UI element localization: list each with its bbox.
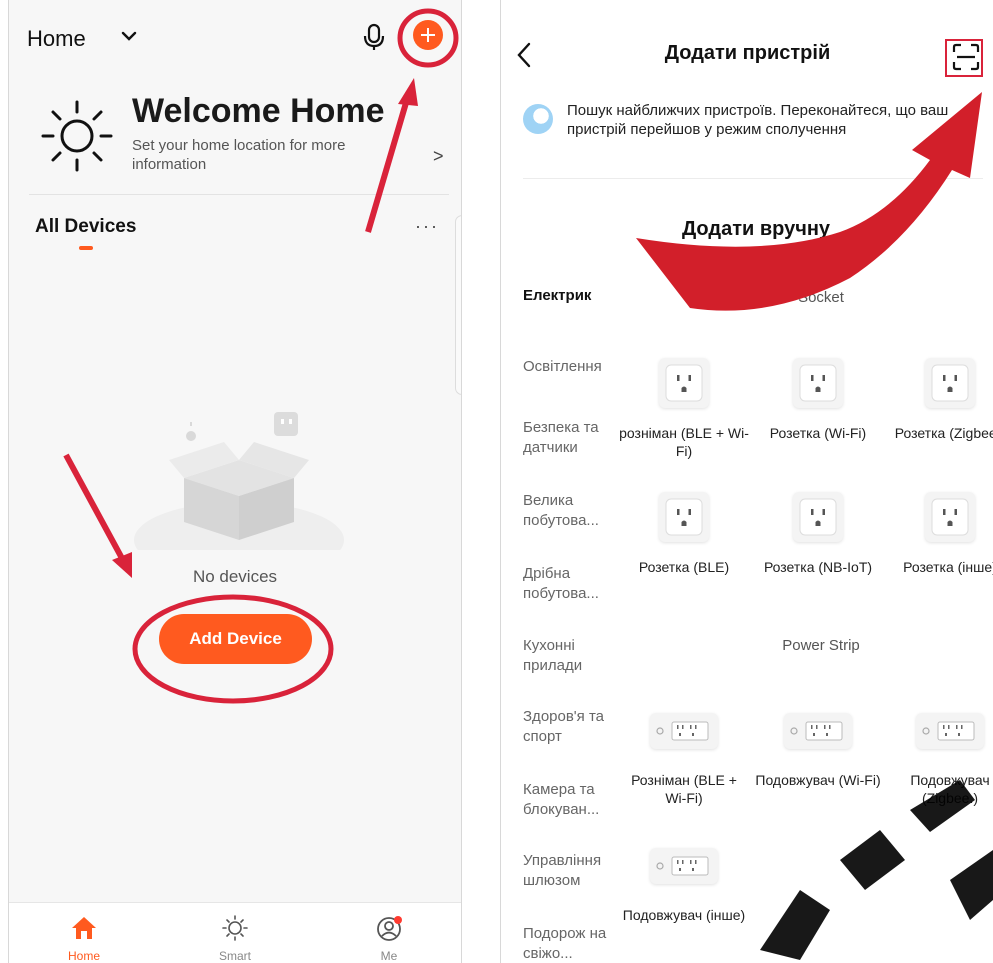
power-strip-face-icon (656, 721, 709, 741)
socket-face-icon (665, 498, 703, 536)
device-label: Розетка (інше) (903, 559, 993, 575)
category-item[interactable]: Подорож на свіжо... (523, 924, 633, 963)
socket-face-icon (665, 364, 703, 402)
bottom-navigation: Home Smart Me (9, 902, 461, 963)
microphone-icon[interactable] (361, 22, 387, 52)
side-panel-edge (455, 215, 461, 395)
category-item[interactable]: Здоров'я та спорт (523, 707, 633, 747)
device-label: Розетка (Zigbee.) (894, 425, 993, 441)
device-label: Розетка (NB-IoT) (763, 559, 873, 575)
power-strip-face-icon (790, 721, 843, 741)
category-item[interactable]: Безпека та датчики (523, 418, 633, 458)
tab-indicator (79, 246, 93, 250)
chevron-down-icon[interactable] (119, 26, 139, 46)
socket-face-icon (931, 364, 969, 402)
sun-icon (222, 915, 248, 941)
divider (29, 194, 449, 195)
socket-icon (925, 492, 975, 542)
empty-box-illustration (134, 412, 344, 550)
welcome-subtitle[interactable]: Set your home location for more informat… (132, 136, 382, 174)
device-label: Розніман (BLE + Wi-Fi) (631, 772, 737, 806)
socket-icon (793, 358, 843, 408)
socket-icon (659, 492, 709, 542)
device-label: Розетка (Wi-Fi) (769, 425, 867, 441)
power-strip-face-icon (656, 856, 709, 876)
home-selector-label[interactable]: Home (27, 26, 86, 52)
socket-icon (793, 492, 843, 542)
more-options-icon[interactable]: ··· (415, 216, 439, 237)
category-item[interactable]: Камера та блокуван... (523, 780, 633, 820)
socket-face-icon (799, 364, 837, 402)
divider (523, 178, 983, 179)
socket-face-icon (799, 498, 837, 536)
power-strip-icon (784, 713, 852, 749)
section-socket: Socket (798, 289, 844, 306)
nav-label: Me (380, 949, 398, 963)
section-power-strip: Power Strip (782, 637, 860, 654)
device-label: Подовжувач (Wi-Fi) (755, 772, 881, 788)
tab-all-devices[interactable]: All Devices (35, 216, 136, 238)
power-strip-face-icon (922, 721, 975, 741)
category-item[interactable]: Дрібна побутова... (523, 564, 633, 604)
category-item[interactable]: Електрик (523, 286, 633, 306)
nav-label: Smart (218, 949, 251, 963)
category-item[interactable]: Управління шлюзом (523, 851, 633, 891)
add-device-screen: Додати пристрій Пошук найближчих пристро… (500, 0, 993, 963)
power-strip-icon (650, 713, 718, 749)
category-item[interactable]: Велика побутова... (523, 491, 633, 531)
home-icon (72, 917, 96, 939)
empty-state-text: No devices (192, 567, 278, 586)
searching-indicator-icon (523, 104, 553, 134)
category-item[interactable]: Кухонні прилади (523, 636, 633, 676)
chevron-right-icon[interactable]: > (433, 146, 444, 167)
device-label: Подовжувач (інше) (622, 907, 746, 923)
power-strip-icon (650, 848, 718, 884)
home-screen: Home Welcome Home Set your home location… (8, 0, 462, 963)
nav-label: Home (67, 949, 100, 963)
device-label: Подовжувач (Zigbee.) (910, 772, 990, 806)
socket-face-icon (931, 498, 969, 536)
page-title: Додати пристрій (664, 42, 831, 64)
manual-add-heading: Додати вручну (681, 218, 831, 240)
device-label: розніман (BLE + Wi-Fi) (619, 425, 749, 459)
add-plus-button[interactable] (413, 20, 443, 50)
search-hint: Пошук найближчих пристроїв. Переконайтес… (567, 102, 949, 138)
welcome-title: Welcome Home (132, 92, 385, 130)
power-strip-icon (916, 713, 984, 749)
add-device-button[interactable]: Add Device (159, 614, 312, 664)
device-label: Розетка (BLE) (638, 559, 730, 575)
profile-icon (377, 916, 402, 941)
scan-icon[interactable] (951, 42, 981, 72)
category-item[interactable]: Освітлення (523, 357, 633, 377)
socket-icon (659, 358, 709, 408)
sun-icon (41, 100, 113, 172)
socket-icon (925, 358, 975, 408)
